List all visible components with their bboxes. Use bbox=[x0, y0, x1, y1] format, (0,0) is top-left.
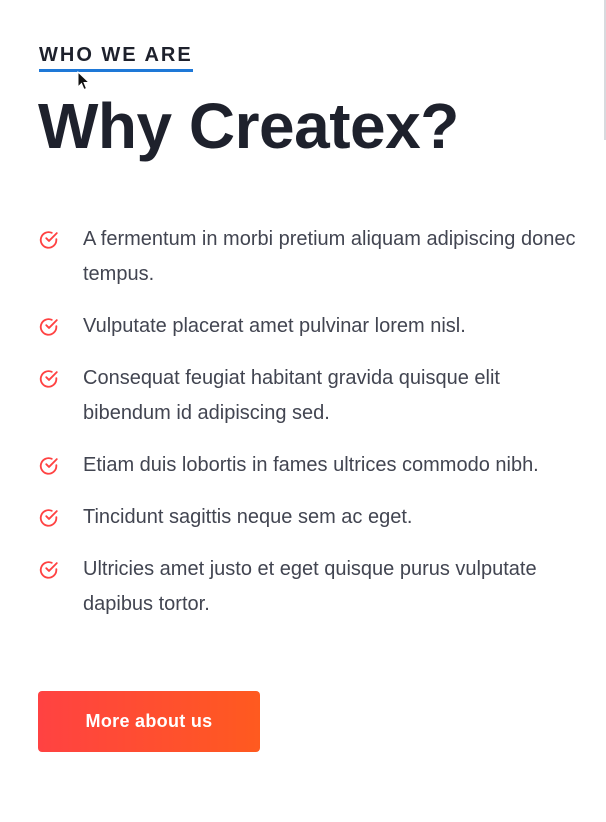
feature-text: Tincidunt sagittis neque sem ac eget. bbox=[83, 506, 413, 528]
check-circle-icon bbox=[39, 509, 58, 527]
feature-text: A fermentum in morbi pretium aliquam adi… bbox=[83, 228, 576, 285]
list-item: Consequat feugiat habitant gravida quisq… bbox=[38, 361, 590, 431]
list-item: A fermentum in morbi pretium aliquam adi… bbox=[38, 222, 590, 292]
more-about-us-button[interactable]: More about us bbox=[38, 691, 260, 752]
feature-text: Etiam duis lobortis in fames ultrices co… bbox=[83, 454, 539, 476]
list-item: Etiam duis lobortis in fames ultrices co… bbox=[38, 448, 590, 483]
check-circle-icon bbox=[39, 457, 58, 475]
check-circle-icon bbox=[39, 231, 58, 249]
feature-text: Consequat feugiat habitant gravida quisq… bbox=[83, 367, 500, 424]
page-title: Why Createx? bbox=[38, 90, 459, 162]
section-eyebrow: WHO WE ARE bbox=[39, 43, 193, 72]
list-item: Tincidunt sagittis neque sem ac eget. bbox=[38, 500, 590, 535]
check-circle-icon bbox=[39, 561, 58, 579]
feature-text: Vulputate placerat amet pulvinar lorem n… bbox=[83, 315, 466, 337]
feature-text: Ultricies amet justo et eget quisque pur… bbox=[83, 558, 537, 615]
list-item: Vulputate placerat amet pulvinar lorem n… bbox=[38, 309, 590, 344]
feature-list: A fermentum in morbi pretium aliquam adi… bbox=[38, 222, 590, 639]
about-section: WHO WE ARE Why Createx? A fermentum in m… bbox=[0, 0, 606, 822]
list-item: Ultricies amet justo et eget quisque pur… bbox=[38, 552, 590, 622]
mouse-pointer-icon bbox=[77, 71, 91, 91]
check-circle-icon bbox=[39, 370, 58, 388]
check-circle-icon bbox=[39, 318, 58, 336]
